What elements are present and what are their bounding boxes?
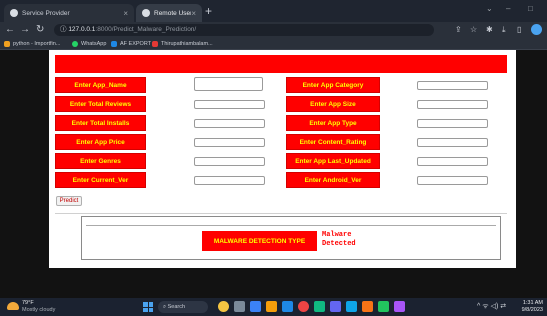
- system-tray[interactable]: ^ ᯤ ◁) ⇄: [477, 302, 506, 311]
- sidebar-icon[interactable]: ▯: [517, 25, 521, 35]
- url-host: 127.0.0.1: [68, 26, 96, 33]
- bookmark-whatsapp[interactable]: WhatsApp: [72, 39, 106, 49]
- download-icon[interactable]: ⤓: [502, 25, 506, 35]
- app-icon[interactable]: [330, 301, 341, 312]
- bookmark-python[interactable]: python - Importfin...: [4, 39, 60, 49]
- tab-title: Service Provider: [22, 9, 70, 17]
- share-icon[interactable]: ⇪: [455, 25, 462, 35]
- result-label: MALWARE DETECTION TYPE: [202, 231, 317, 251]
- weather-icon[interactable]: [7, 302, 19, 310]
- label-total-reviews: Enter Total Reviews: [55, 96, 146, 112]
- file-explorer-icon[interactable]: [266, 301, 277, 312]
- bookmark-icon: [4, 41, 10, 47]
- star-icon[interactable]: ☆: [470, 25, 477, 35]
- label-app-category: Enter App Category: [286, 77, 380, 93]
- bookmark-thirupathiambalam[interactable]: Thirupathiambalam...: [152, 39, 213, 49]
- tab-title: Remote User: [154, 9, 192, 17]
- genres-input[interactable]: [194, 157, 265, 166]
- globe-icon: [142, 9, 150, 17]
- close-tab-icon[interactable]: ×: [123, 9, 128, 18]
- label-app-size: Enter App Size: [286, 96, 380, 112]
- divider: [55, 213, 507, 214]
- bookmark-icon: [111, 41, 117, 47]
- app-icon[interactable]: [378, 301, 389, 312]
- app-icon[interactable]: [394, 301, 405, 312]
- forward-icon[interactable]: →: [20, 24, 30, 36]
- weather-description[interactable]: Mostly cloudy: [22, 307, 55, 314]
- content-rating-input[interactable]: [417, 138, 488, 147]
- chrome-icon[interactable]: [298, 301, 309, 312]
- current-ver-input[interactable]: [194, 176, 265, 185]
- new-tab-button[interactable]: +: [205, 5, 212, 17]
- total-installs-input[interactable]: [194, 119, 265, 128]
- start-icon[interactable]: [143, 302, 153, 312]
- globe-icon: [10, 9, 18, 17]
- extensions-icon[interactable]: ✱: [486, 25, 493, 35]
- app-icon[interactable]: [362, 301, 373, 312]
- whatsapp-icon: [72, 41, 78, 47]
- result-value: Malware Detected: [322, 231, 356, 248]
- android-ver-input[interactable]: [417, 176, 488, 185]
- taskbar-search[interactable]: ⌕ Search: [158, 301, 208, 313]
- label-genres: Enter Genres: [55, 153, 146, 169]
- tab-remote-user[interactable]: Remote User ×: [136, 4, 202, 22]
- profile-avatar-icon[interactable]: [531, 24, 542, 35]
- app-category-input[interactable]: [417, 81, 488, 90]
- minimize-button[interactable]: –: [506, 4, 510, 13]
- app-price-input[interactable]: [194, 138, 265, 147]
- bookmark-af-export[interactable]: AF EXPORT: [111, 39, 151, 49]
- address-bar[interactable]: ⓘ 127.0.0.1:8000/Predict_Malware_Predict…: [54, 24, 434, 36]
- header-banner: [55, 55, 507, 73]
- last-updated-input[interactable]: [417, 157, 488, 166]
- tab-search-icon[interactable]: ⌄: [486, 4, 493, 13]
- total-reviews-input[interactable]: [194, 100, 265, 109]
- clock-time[interactable]: 1:31 AM: [515, 300, 543, 307]
- app-name-input[interactable]: [194, 77, 263, 91]
- widgets-icon[interactable]: [218, 301, 229, 312]
- divider: [86, 225, 496, 226]
- play-icon: [152, 41, 158, 47]
- store-icon[interactable]: [314, 301, 325, 312]
- tab-service-provider[interactable]: Service Provider ×: [4, 4, 134, 22]
- task-view-icon[interactable]: [234, 301, 245, 312]
- label-content-rating: Enter Content_Rating: [286, 134, 380, 150]
- label-app-price: Enter App Price: [55, 134, 146, 150]
- predict-button[interactable]: Predict: [56, 196, 82, 206]
- app-type-input[interactable]: [417, 119, 488, 128]
- clock-date[interactable]: 9/8/2023: [515, 307, 543, 314]
- label-app-name: Enter App_Name: [55, 77, 146, 93]
- weather-temperature[interactable]: 79°F: [22, 300, 34, 307]
- edge-icon[interactable]: [282, 301, 293, 312]
- back-icon[interactable]: ←: [5, 24, 15, 36]
- reload-icon[interactable]: ↻: [36, 24, 44, 36]
- label-android-ver: Enter Android_Ver: [286, 172, 380, 188]
- word-icon[interactable]: [346, 301, 357, 312]
- url-path: :8000/Predict_Malware_Prediction/: [95, 26, 197, 33]
- label-current-ver: Enter Current_Ver: [55, 172, 146, 188]
- maximize-button[interactable]: □: [528, 4, 533, 13]
- label-last-updated: Enter App Last_Updated: [286, 153, 380, 169]
- label-app-type: Enter App Type: [286, 115, 380, 131]
- app-size-input[interactable]: [417, 100, 488, 109]
- label-total-installs: Enter Total Installs: [55, 115, 146, 131]
- close-tab-icon[interactable]: ×: [191, 9, 196, 18]
- chat-icon[interactable]: [250, 301, 261, 312]
